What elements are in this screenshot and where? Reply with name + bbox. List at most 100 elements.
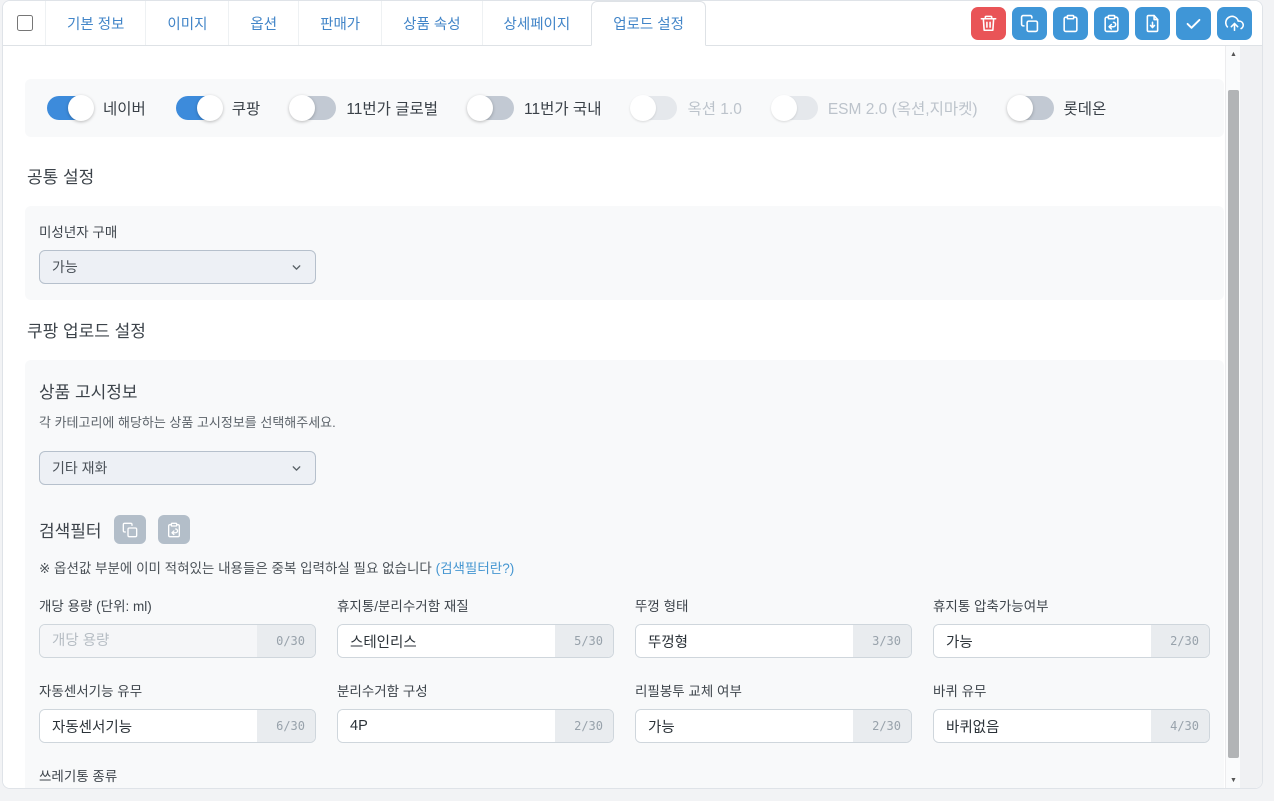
copy-button[interactable] xyxy=(1012,7,1047,40)
clipboard-icon xyxy=(1063,14,1078,33)
field-label: 뚜껑 형태 xyxy=(635,599,689,614)
field-label: 자동센서기능 유무 xyxy=(39,684,143,699)
toggle-label: 옥션 1.0 xyxy=(687,101,742,118)
check-icon xyxy=(1186,18,1201,29)
common-settings-title: 공통 설정 xyxy=(27,168,95,187)
paste-button[interactable] xyxy=(1094,7,1129,40)
toggle-switch xyxy=(467,95,515,121)
char-counter: 2/30 xyxy=(555,710,613,742)
field-label: 휴지통 압축가능여부 xyxy=(933,599,1049,614)
filter-field-bin-type: 쓰레기통 종류 2/30 xyxy=(39,765,316,788)
market-toggle-11st-global[interactable]: 11번가 글로벌 xyxy=(289,95,439,121)
right-gutter: ▲ ▼ xyxy=(1225,46,1262,788)
field-input[interactable] xyxy=(934,625,1151,657)
toggle-label: 롯데온 xyxy=(1063,101,1107,118)
field-label: 바퀴 유무 xyxy=(933,684,987,699)
char-counter: 2/30 xyxy=(1151,625,1209,657)
scrollbar-thumb[interactable] xyxy=(1228,90,1239,758)
tab-price[interactable]: 판매가 xyxy=(298,1,381,45)
filter-field-compressible: 휴지통 압축가능여부 2/30 xyxy=(933,595,1210,658)
filter-field-lid-type: 뚜껑 형태 3/30 xyxy=(635,595,912,658)
select-value: 기타 재화 xyxy=(52,460,108,476)
common-settings-panel: 미성년자 구매 가능 xyxy=(25,206,1224,300)
field-label: 리필봉투 교체 여부 xyxy=(635,684,742,699)
notice-category-select[interactable]: 기타 재화 xyxy=(39,451,316,485)
field-input[interactable] xyxy=(338,710,555,742)
action-toolbar xyxy=(971,7,1252,40)
coupang-settings-title: 쿠팡 업로드 설정 xyxy=(27,322,146,341)
tab-options[interactable]: 옵션 xyxy=(228,1,298,45)
toggle-label: 11번가 글로벌 xyxy=(346,101,439,118)
notice-info-title: 상품 고시정보 xyxy=(39,383,138,402)
field-input[interactable] xyxy=(40,710,257,742)
chevron-down-icon xyxy=(292,465,301,471)
toggle-switch xyxy=(47,95,94,121)
file-download-icon xyxy=(1146,14,1159,33)
field-input[interactable] xyxy=(338,625,555,657)
copy-icon xyxy=(1020,14,1039,33)
clipboard-arrow-icon xyxy=(167,522,180,537)
select-all-checkbox[interactable] xyxy=(17,15,33,31)
field-label: 휴지통/분리수거함 재질 xyxy=(337,599,469,614)
toggle-label: ESM 2.0 (옥션,지마켓) xyxy=(827,101,978,118)
search-filter-title: 검색필터 xyxy=(39,522,102,541)
delete-button[interactable] xyxy=(971,7,1006,40)
note-text: ※ 옵션값 부분에 이미 적혀있는 내용들은 중복 입력하실 필요 없습니다 xyxy=(39,561,436,576)
filter-field-volume: 개당 용량 (단위: ml) 0/30 xyxy=(39,595,316,658)
clipboard-arrow-icon xyxy=(1104,14,1119,33)
char-counter: 6/30 xyxy=(257,710,315,742)
tab-images[interactable]: 이미지 xyxy=(145,1,228,45)
upload-settings-content: 네이버 쿠팡 11번가 글로벌 11번가 국내 옥션 1.0 ESM 2.0 (… xyxy=(3,46,1262,788)
clipboard-button[interactable] xyxy=(1053,7,1088,40)
field-input[interactable] xyxy=(636,625,853,657)
minor-purchase-select[interactable]: 가능 xyxy=(39,250,316,284)
marketplace-toggle-panel: 네이버 쿠팡 11번가 글로벌 11번가 국내 옥션 1.0 ESM 2.0 (… xyxy=(25,79,1224,137)
confirm-button[interactable] xyxy=(1176,7,1211,40)
filter-copy-button[interactable] xyxy=(113,515,146,544)
save-file-button[interactable] xyxy=(1135,7,1170,40)
filter-paste-button[interactable] xyxy=(157,515,190,544)
upload-button[interactable] xyxy=(1217,7,1252,40)
scroll-down-arrow[interactable]: ▼ xyxy=(1226,772,1241,788)
char-counter: 2/30 xyxy=(853,710,911,742)
field-input[interactable] xyxy=(636,710,853,742)
select-value: 가능 xyxy=(52,259,78,275)
market-toggle-auction: 옥션 1.0 xyxy=(630,95,742,121)
market-toggle-esm: ESM 2.0 (옥션,지마켓) xyxy=(770,95,978,121)
field-input[interactable] xyxy=(934,710,1151,742)
market-toggle-11st-domestic[interactable]: 11번가 국내 xyxy=(467,95,601,121)
product-edit-card: 기본 정보 이미지 옵션 판매가 상품 속성 상세페이지 업로드 설정 네이버 xyxy=(2,0,1263,789)
filter-field-auto-sensor: 자동센서기능 유무 6/30 xyxy=(39,680,316,743)
toggle-label: 네이버 xyxy=(103,101,146,118)
field-label: 개당 용량 (단위: ml) xyxy=(39,599,152,614)
toggle-switch xyxy=(770,95,818,121)
filter-field-material: 휴지통/분리수거함 재질 5/30 xyxy=(337,595,614,658)
tab-bar: 기본 정보 이미지 옵션 판매가 상품 속성 상세페이지 업로드 설정 xyxy=(3,1,1262,46)
scroll-up-arrow[interactable]: ▲ xyxy=(1226,46,1241,62)
char-counter: 4/30 xyxy=(1151,710,1209,742)
copy-icon xyxy=(122,522,137,537)
search-filter-help-link[interactable]: (검색필터란?) xyxy=(436,561,515,576)
vertical-scrollbar[interactable]: ▲ ▼ xyxy=(1225,46,1240,788)
search-filter-note: ※ 옵션값 부분에 이미 적혀있는 내용들은 중복 입력하실 필요 없습니다 (… xyxy=(39,557,1210,577)
toggle-switch xyxy=(289,95,337,121)
market-toggle-naver[interactable]: 네이버 xyxy=(47,95,146,121)
field-input[interactable] xyxy=(40,625,257,657)
toggle-label: 쿠팡 xyxy=(231,101,261,118)
field-label: 쓰레기통 종류 xyxy=(39,769,118,784)
toggle-switch xyxy=(630,95,678,121)
tab-upload-settings[interactable]: 업로드 설정 xyxy=(591,1,706,46)
chevron-down-icon xyxy=(292,264,301,270)
tab-attributes[interactable]: 상품 속성 xyxy=(381,1,481,45)
filter-field-wheels: 바퀴 유무 4/30 xyxy=(933,680,1210,743)
trash-icon xyxy=(980,15,997,32)
notice-info-description: 각 카테고리에 해당하는 상품 고시정보를 선택해주세요. xyxy=(39,415,336,430)
field-label: 분리수거함 구성 xyxy=(337,684,428,699)
tab-basic-info[interactable]: 기본 정보 xyxy=(45,1,145,45)
market-toggle-lotteon[interactable]: 롯데온 xyxy=(1006,95,1107,121)
cloud-upload-icon xyxy=(1225,15,1244,32)
filter-field-refill-bag: 리필봉투 교체 여부 2/30 xyxy=(635,680,912,743)
char-counter: 0/30 xyxy=(257,625,315,657)
tab-detail-page[interactable]: 상세페이지 xyxy=(481,1,592,45)
market-toggle-coupang[interactable]: 쿠팡 xyxy=(175,95,261,121)
